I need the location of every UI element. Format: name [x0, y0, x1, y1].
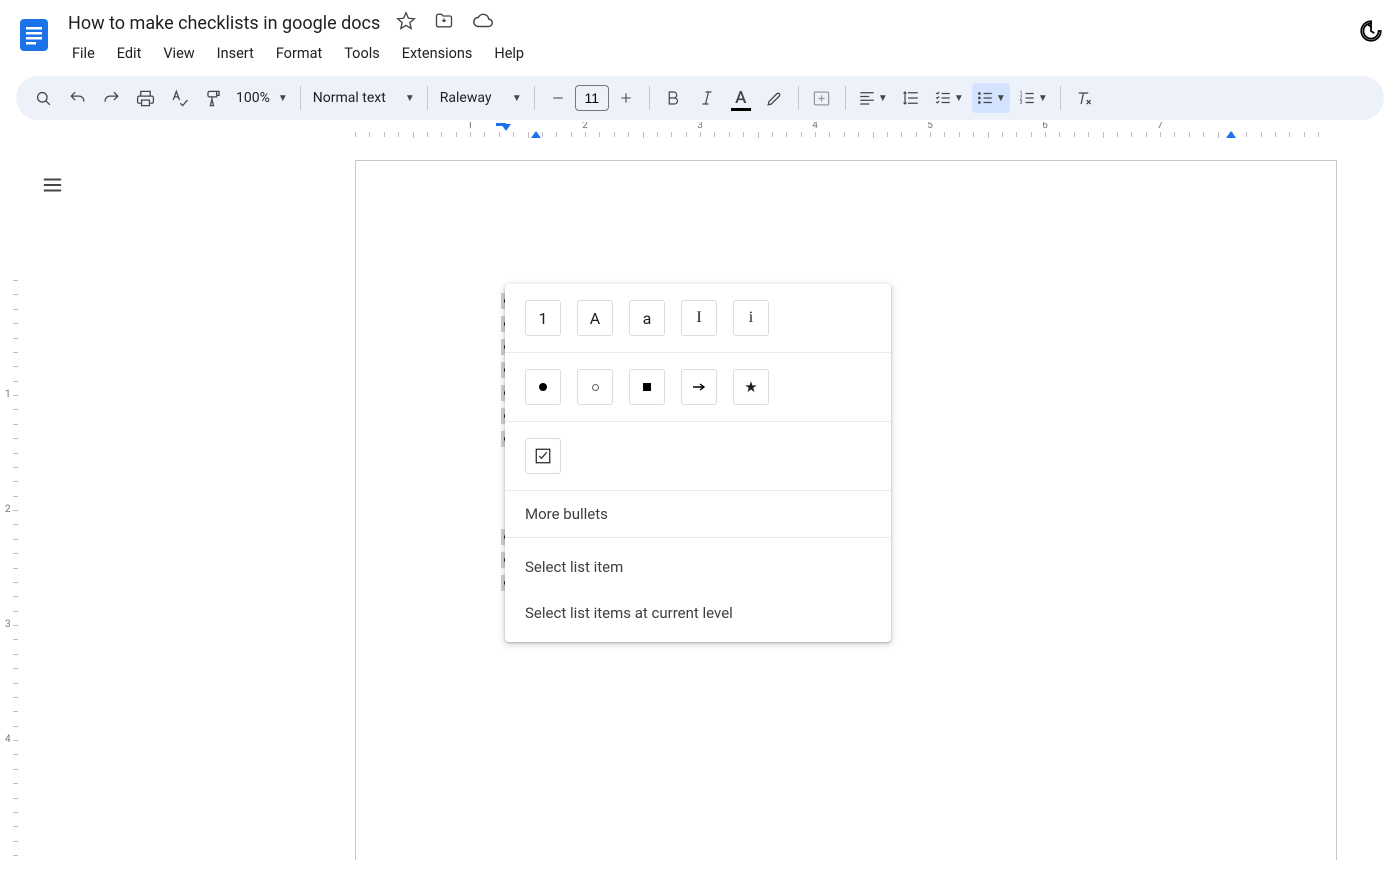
chevron-down-icon: ▼ [954, 93, 964, 104]
chevron-down-icon: ▼ [512, 93, 522, 104]
numbering-option-I[interactable]: I [681, 300, 717, 336]
menu-insert[interactable]: Insert [209, 41, 262, 66]
header-right [1358, 8, 1384, 48]
paint-format-icon[interactable] [198, 83, 228, 113]
checkbox-row [505, 422, 891, 491]
redo-icon[interactable] [96, 83, 126, 113]
paragraph-style-select[interactable]: Normal text▼ [309, 90, 419, 106]
docs-logo[interactable] [16, 8, 52, 56]
print-icon[interactable] [130, 83, 160, 113]
chevron-down-icon: ▼ [878, 93, 888, 104]
first-line-indent-marker[interactable] [501, 124, 511, 131]
bullet-format-popup: 1 A a I i ★ More bullets Select list ite… [505, 284, 891, 642]
insert-image-icon[interactable] [807, 83, 837, 113]
bulleted-list-icon[interactable]: ▼ [972, 83, 1010, 113]
font-size-group [543, 83, 641, 113]
app-header: How to make checklists in google docs Fi… [0, 0, 1400, 68]
decrease-font-icon[interactable] [543, 83, 573, 113]
increase-font-icon[interactable] [611, 83, 641, 113]
bullet-option-arrow[interactable] [681, 369, 717, 405]
svg-text:3: 3 [1019, 100, 1022, 106]
clear-formatting-icon[interactable] [1069, 83, 1099, 113]
checklist-icon[interactable]: ▼ [930, 83, 968, 113]
spellcheck-icon[interactable] [164, 83, 194, 113]
select-list-item[interactable]: Select list item [505, 544, 891, 590]
separator [649, 86, 650, 110]
numbering-row: 1 A a I i [505, 284, 891, 353]
vertical-ruler[interactable]: 1234 [3, 140, 19, 860]
zoom-select[interactable]: 100%▼ [232, 90, 292, 106]
bullet-option-star[interactable]: ★ [733, 369, 769, 405]
menu-help[interactable]: Help [486, 41, 532, 66]
search-icon[interactable] [28, 83, 58, 113]
separator [300, 86, 301, 110]
italic-icon[interactable] [692, 83, 722, 113]
header-main: How to make checklists in google docs Fi… [64, 8, 1346, 68]
menu-edit[interactable]: Edit [109, 41, 150, 66]
bullet-row: ★ [505, 353, 891, 422]
horizontal-ruler[interactable]: 1234567 [0, 122, 1400, 140]
undo-icon[interactable] [62, 83, 92, 113]
chevron-down-icon: ▼ [405, 93, 415, 104]
toolbar: 100%▼ Normal text▼ Raleway▼ A ▼ ▼ ▼ 123▼ [16, 76, 1384, 120]
left-indent-marker[interactable] [531, 131, 541, 138]
move-icon[interactable] [434, 11, 454, 35]
numbered-list-icon[interactable]: 123▼ [1014, 83, 1052, 113]
underline-icon[interactable]: A [726, 83, 756, 113]
separator [427, 86, 428, 110]
font-size-input[interactable] [575, 85, 609, 111]
menu-file[interactable]: File [64, 41, 103, 66]
chevron-down-icon: ▼ [278, 93, 288, 104]
separator [534, 86, 535, 110]
line-spacing-icon[interactable] [896, 83, 926, 113]
bullet-option-disc[interactable] [525, 369, 561, 405]
numbering-option-i[interactable]: i [733, 300, 769, 336]
menu-view[interactable]: View [155, 41, 202, 66]
cloud-status-icon[interactable] [472, 10, 494, 36]
separator [1060, 86, 1061, 110]
align-icon[interactable]: ▼ [854, 83, 892, 113]
highlight-icon[interactable] [760, 83, 790, 113]
chevron-down-icon: ▼ [996, 93, 1006, 104]
numbering-option-1[interactable]: 1 [525, 300, 561, 336]
right-indent-marker[interactable] [1226, 131, 1236, 138]
menu-tools[interactable]: Tools [336, 41, 388, 66]
bullet-option-square[interactable] [629, 369, 665, 405]
more-bullets-item[interactable]: More bullets [505, 491, 891, 537]
menu-bar: File Edit View Insert Format Tools Exten… [64, 38, 1346, 68]
version-history-icon[interactable] [1358, 18, 1384, 48]
separator [798, 86, 799, 110]
document-title[interactable]: How to make checklists in google docs [64, 11, 384, 36]
title-row: How to make checklists in google docs [64, 8, 1346, 38]
numbering-option-a[interactable]: a [629, 300, 665, 336]
menu-extensions[interactable]: Extensions [394, 41, 481, 66]
chevron-down-icon: ▼ [1038, 93, 1048, 104]
title-icons [396, 10, 494, 36]
numbering-option-A[interactable]: A [577, 300, 613, 336]
font-select[interactable]: Raleway▼ [436, 90, 526, 106]
bold-icon[interactable] [658, 83, 688, 113]
separator [845, 86, 846, 110]
star-icon[interactable] [396, 11, 416, 35]
bullet-option-circle[interactable] [577, 369, 613, 405]
bullet-option-checkbox[interactable] [525, 438, 561, 474]
canvas-area: 1234 Make 1 A a I i [0, 140, 1400, 860]
select-list-items-level[interactable]: Select list items at current level [505, 590, 891, 636]
document-outline-icon[interactable] [42, 174, 64, 200]
menu-format[interactable]: Format [268, 41, 330, 66]
